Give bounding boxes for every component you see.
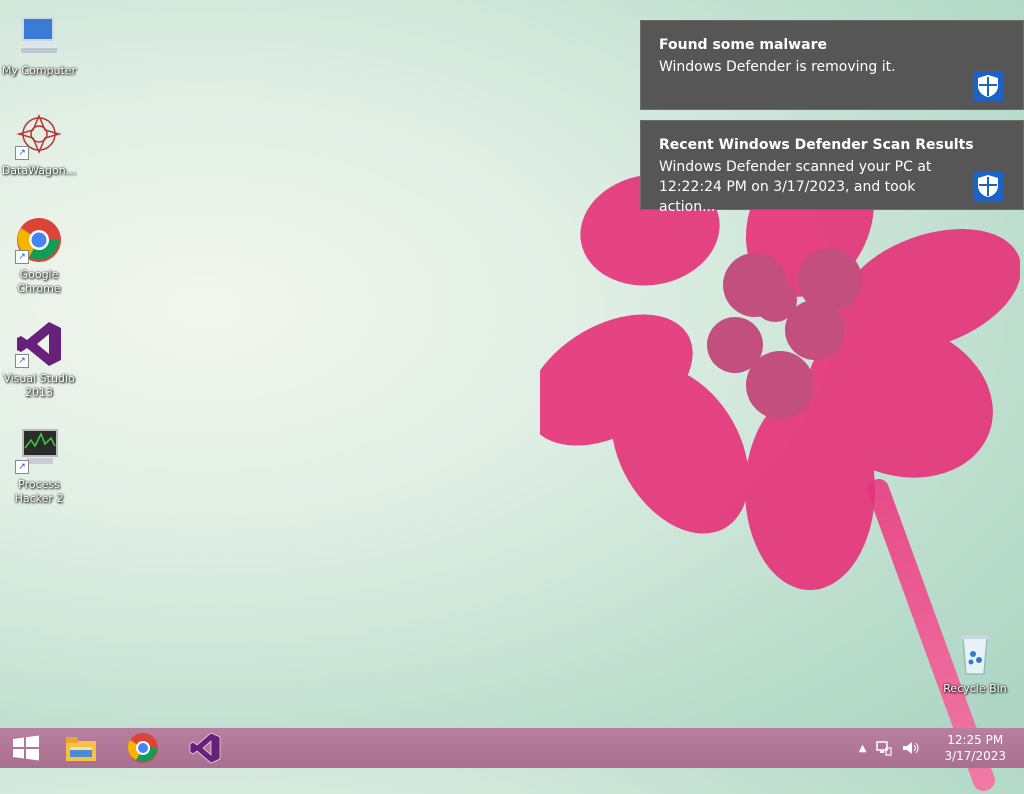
desktop-icon-visual-studio[interactable]: ↗ Visual Studio 2013 <box>0 320 78 400</box>
notification-title: Recent Windows Defender Scan Results <box>659 137 974 153</box>
desktop-icon-label: DataWagon... <box>1 164 77 177</box>
show-hidden-icons-chevron-icon[interactable]: ▲ <box>859 743 867 754</box>
visual-studio-icon: ↗ <box>15 320 63 368</box>
clock-date: 3/17/2023 <box>944 749 1006 763</box>
desktop-icon-label: Google Chrome <box>17 268 61 295</box>
volume-icon[interactable] <box>902 740 920 756</box>
taskbar-chrome[interactable] <box>117 728 169 768</box>
taskbar: ▲ 12:25 PM 3/17/2023 <box>0 728 1024 768</box>
windows-logo-icon <box>13 735 39 761</box>
desktop-icon-my-computer[interactable]: My Computer <box>0 12 78 78</box>
chrome-icon <box>127 733 158 763</box>
desktop-icon-google-chrome[interactable]: ↗ Google Chrome <box>0 216 78 296</box>
computer-icon <box>15 12 63 60</box>
desktop-icon-label: Visual Studio 2013 <box>3 372 75 399</box>
datawagon-icon: ↗ <box>15 112 63 160</box>
shield-icon <box>973 71 1003 101</box>
shortcut-arrow-icon: ↗ <box>15 354 29 368</box>
taskbar-visual-studio[interactable] <box>179 728 231 768</box>
visual-studio-icon <box>189 732 221 764</box>
notification-body: Windows Defender is removing it. <box>659 59 896 75</box>
process-hacker-icon: ↗ <box>15 426 63 474</box>
shortcut-arrow-icon: ↗ <box>15 146 29 160</box>
notification-malware-found[interactable]: Found some malware Windows Defender is r… <box>640 20 1024 110</box>
desktop-icon-datawagon[interactable]: ↗ DataWagon... <box>0 112 78 178</box>
recycle-bin-icon <box>951 630 999 678</box>
shield-icon <box>973 171 1003 201</box>
wallpaper-flower <box>540 150 1020 590</box>
file-explorer-icon <box>66 737 96 761</box>
shortcut-arrow-icon: ↗ <box>15 250 29 264</box>
desktop-icon-label: My Computer <box>1 64 77 77</box>
taskbar-file-explorer[interactable] <box>55 728 107 768</box>
clock-time: 12:25 PM <box>947 733 1004 747</box>
system-tray: ▲ 12:25 PM 3/17/2023 <box>859 728 1024 768</box>
notification-body: Windows Defender scanned your PC at 12:2… <box>659 159 932 215</box>
network-icon[interactable] <box>876 740 893 756</box>
taskbar-clock[interactable]: 12:25 PM 3/17/2023 <box>944 732 1006 764</box>
desktop-icon-label: Recycle Bin <box>943 682 1007 695</box>
desktop-icon-label: Process Hacker 2 <box>14 478 64 505</box>
notification-title: Found some malware <box>659 37 827 53</box>
notification-scan-results[interactable]: Recent Windows Defender Scan Results Win… <box>640 120 1024 215</box>
desktop-icon-process-hacker[interactable]: ↗ Process Hacker 2 <box>0 426 78 506</box>
shortcut-arrow-icon: ↗ <box>15 460 29 474</box>
desktop-icon-recycle-bin[interactable]: Recycle Bin <box>936 630 1014 696</box>
chrome-icon: ↗ <box>15 216 63 264</box>
start-button[interactable] <box>0 728 52 768</box>
